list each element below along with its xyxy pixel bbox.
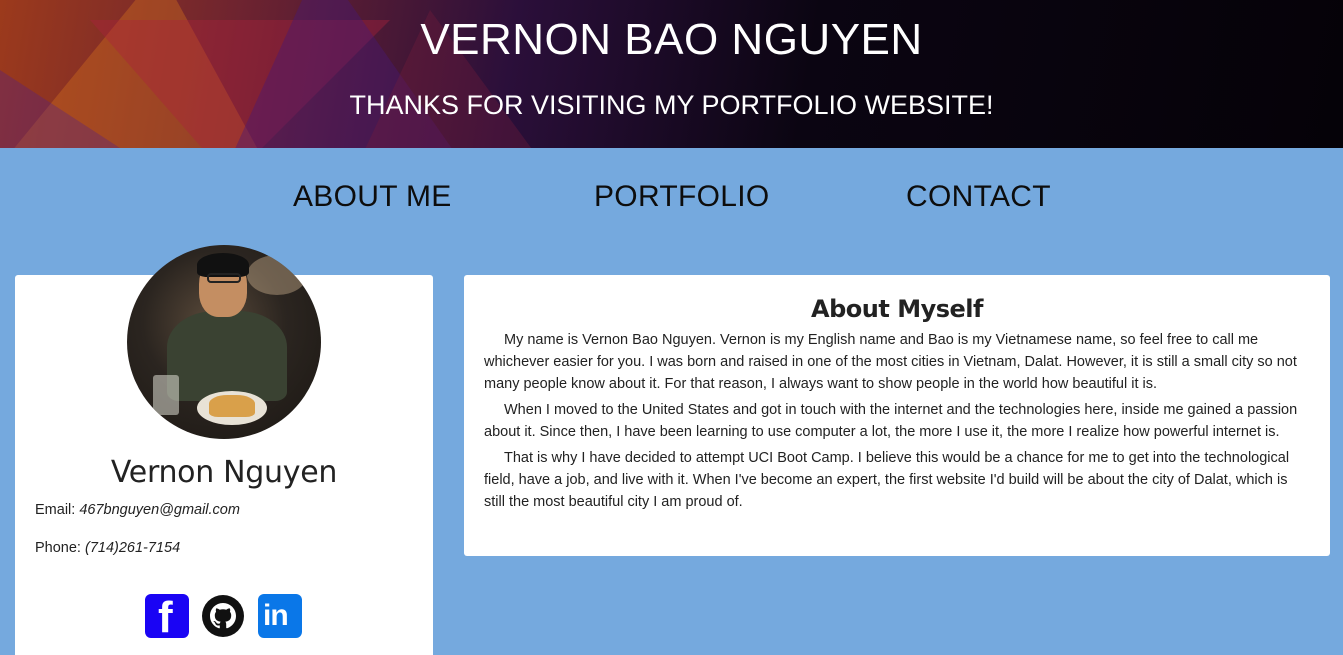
about-paragraph: That is why I have decided to attempt UC… (484, 450, 1290, 510)
hero-banner: VERNON BAO NGUYEN THANKS FOR VISITING MY… (0, 0, 1343, 148)
nav-about-me[interactable]: ABOUT ME (293, 180, 452, 214)
linkedin-icon[interactable]: in (258, 594, 302, 638)
avatar (127, 245, 321, 439)
nav-portfolio[interactable]: PORTFOLIO (594, 180, 770, 214)
github-icon[interactable] (201, 594, 245, 638)
phone-value[interactable]: (714)261-7154 (85, 540, 180, 556)
email-line: Email: 467bnguyen@gmail.com (35, 502, 240, 518)
email-label: Email: (35, 502, 76, 518)
about-card: About Myself My name is Vernon Bao Nguye… (464, 275, 1330, 556)
site-subtitle: THANKS FOR VISITING MY PORTFOLIO WEBSITE… (349, 90, 994, 120)
phone-line: Phone: (714)261-7154 (35, 540, 180, 556)
site-title: VERNON BAO NGUYEN (420, 15, 923, 64)
about-paragraph: When I moved to the United States and go… (484, 402, 1298, 440)
email-value[interactable]: 467bnguyen@gmail.com (79, 502, 240, 518)
facebook-icon[interactable]: f (145, 594, 189, 642)
phone-label: Phone: (35, 540, 81, 556)
nav-contact[interactable]: CONTACT (906, 180, 1051, 214)
main-nav: ABOUT ME PORTFOLIO CONTACT (0, 180, 1343, 224)
github-icon-graphic (202, 595, 244, 637)
about-title: About Myself (811, 295, 983, 323)
about-paragraph: My name is Vernon Bao Nguyen. Vernon is … (484, 332, 1297, 392)
profile-name: Vernon Nguyen (110, 455, 338, 490)
